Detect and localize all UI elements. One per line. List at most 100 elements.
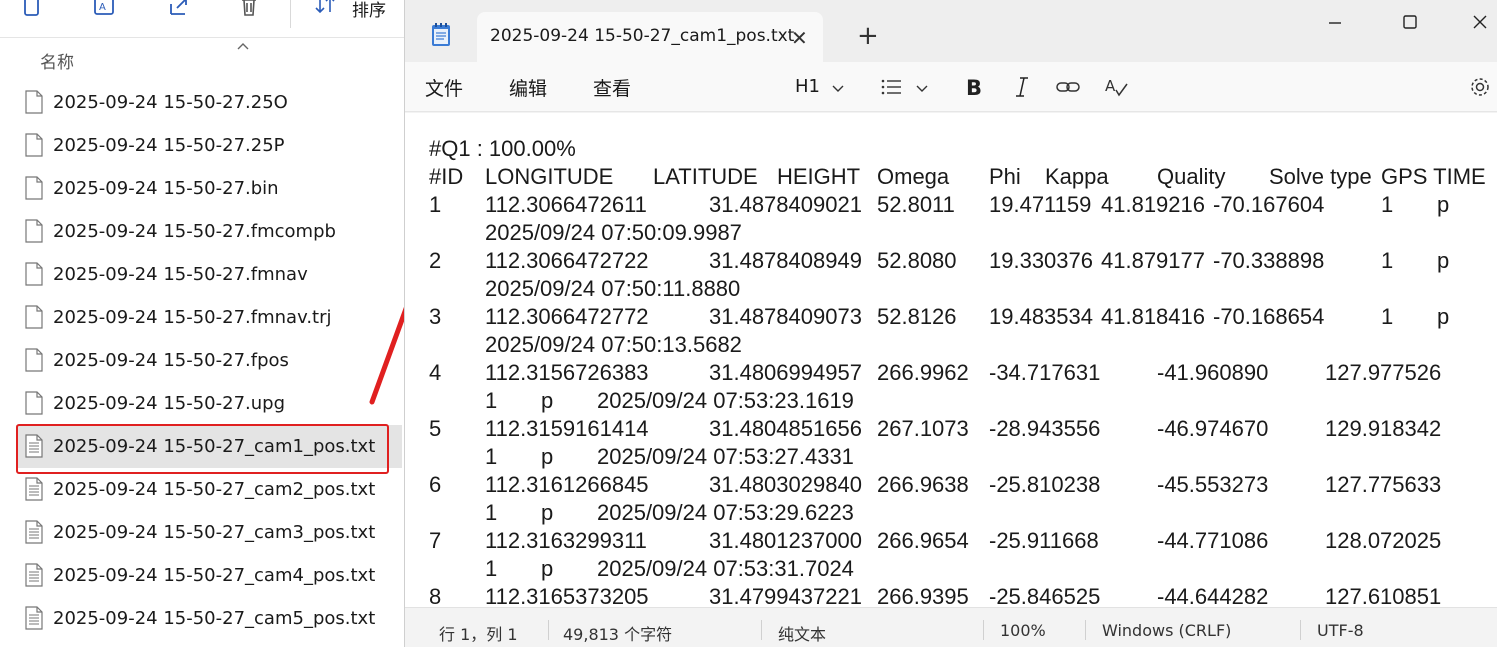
sort-button[interactable]: 排序 bbox=[352, 0, 386, 21]
file-list-item[interactable]: 2025-09-24 15-50-27.fmnav.trj bbox=[16, 296, 402, 339]
text-token: -25.911668 bbox=[989, 528, 1099, 553]
file-list-item[interactable]: 2025-09-24 15-50-27.upg bbox=[16, 382, 402, 425]
text-token: #Q1 : 100.00% bbox=[429, 136, 576, 161]
bold-icon[interactable]: B bbox=[961, 74, 987, 100]
file-list-item[interactable]: 2025-09-24 15-50-27.fpos bbox=[16, 339, 402, 382]
text-token: -25.810238 bbox=[989, 472, 1101, 497]
heading-select[interactable]: H1 bbox=[795, 76, 820, 97]
text-token: 2025/09/24 07:53:23.1619 bbox=[597, 388, 854, 413]
status-zoom[interactable]: 100% bbox=[1000, 621, 1046, 640]
text-file-icon bbox=[24, 434, 44, 458]
svg-text:B: B bbox=[966, 76, 982, 100]
text-token: -46.974670 bbox=[1157, 416, 1269, 441]
text-token: -45.553273 bbox=[1157, 472, 1269, 497]
file-list-item[interactable]: 2025-09-24 15-50-27_cam1_pos.txt bbox=[16, 425, 402, 468]
minimize-icon[interactable] bbox=[1320, 10, 1350, 36]
blank-file-icon bbox=[24, 90, 44, 114]
file-list-item[interactable]: 2025-09-24 15-50-27.fmcompb bbox=[16, 210, 402, 253]
tab-close-icon[interactable]: ✕ bbox=[791, 26, 808, 50]
italic-icon[interactable] bbox=[1009, 74, 1035, 100]
delete-icon[interactable] bbox=[236, 0, 262, 20]
file-list-item[interactable]: 2025-09-24 15-50-27.fmnav bbox=[16, 253, 402, 296]
text-token: 2025/09/24 07:53:27.4331 bbox=[597, 444, 854, 469]
text-token: 1 bbox=[1381, 192, 1394, 217]
text-line: 1 p 2025/09/24 07:53:31.7024 bbox=[405, 556, 1497, 584]
text-token: 112.3066472611 bbox=[485, 192, 647, 217]
text-line: 1 p 2025/09/24 07:53:29.6223 bbox=[405, 500, 1497, 528]
text-token: Solve type bbox=[1269, 164, 1372, 189]
sort-icon[interactable] bbox=[312, 0, 338, 20]
menu-edit[interactable]: 编辑 bbox=[509, 74, 547, 101]
document-tab[interactable]: 2025-09-24 15-50-27_cam1_pos.txt ✕ bbox=[477, 12, 823, 62]
blank-file-icon bbox=[24, 348, 44, 372]
maximize-icon[interactable] bbox=[1395, 10, 1425, 36]
text-line: 1 p 2025/09/24 07:53:27.4331 bbox=[405, 444, 1497, 472]
file-list-item[interactable]: 2025-09-24 15-50-27.25P bbox=[16, 124, 402, 167]
text-line: 1 p 2025/09/24 07:53:23.1619 bbox=[405, 388, 1497, 416]
text-token: 52.8011 bbox=[877, 192, 955, 217]
text-token: 19.483534 bbox=[989, 304, 1093, 329]
blank-file-icon bbox=[24, 133, 44, 157]
share-icon[interactable] bbox=[166, 0, 192, 20]
text-editor[interactable]: #Q1 : 100.00% #ID LONGITUDE LATITUDE HEIGHT O… bbox=[405, 113, 1497, 607]
text-token: 2025/09/24 07:50:13.5682 bbox=[485, 332, 742, 357]
text-token: -44.771086 bbox=[1157, 528, 1269, 553]
text-token: 52.8126 bbox=[877, 304, 957, 329]
file-list-item[interactable]: 2025-09-24 15-50-27_cam2_pos.txt bbox=[16, 468, 402, 511]
text-token: 127.977526 bbox=[1325, 360, 1442, 385]
text-token: #ID bbox=[429, 164, 464, 189]
text-token: 4 bbox=[429, 360, 442, 385]
settings-gear-icon[interactable] bbox=[1467, 74, 1493, 100]
spell-check-icon[interactable]: A bbox=[1103, 74, 1129, 100]
rename-icon[interactable]: A bbox=[92, 0, 118, 20]
heading-chevron-down-icon[interactable] bbox=[831, 76, 845, 102]
text-token: 31.4878408949 bbox=[709, 248, 862, 273]
list-icon[interactable] bbox=[879, 74, 905, 100]
file-list-item[interactable]: 2025-09-24 15-50-27_cam5_pos.txt bbox=[16, 597, 402, 640]
text-token: -41.960890 bbox=[1157, 360, 1269, 385]
text-line: 2 112.3066472722 31.4878408949 52.8080 19.33… bbox=[405, 248, 1497, 276]
text-line: 7 112.3163299311 31.4801237000 266.9654 -25.… bbox=[405, 528, 1497, 556]
text-token: -28.943556 bbox=[989, 416, 1101, 441]
text-token: 1 bbox=[485, 388, 498, 413]
text-file-icon bbox=[24, 563, 44, 587]
column-header-name[interactable]: 名称 bbox=[40, 48, 74, 73]
file-name: 2025-09-24 15-50-27_cam3_pos.txt bbox=[53, 522, 376, 543]
text-token: 266.9638 bbox=[877, 472, 969, 497]
text-token: 2 bbox=[429, 248, 442, 273]
new-tab-button[interactable]: + bbox=[857, 23, 879, 49]
status-bar: 行 1，列 1 49,813 个字符 纯文本 100% Windows (CRL… bbox=[405, 607, 1497, 647]
text-token: p bbox=[1437, 192, 1450, 217]
text-token: p bbox=[1437, 248, 1450, 273]
text-token: 52.8080 bbox=[877, 248, 957, 273]
file-list-item[interactable]: 2025-09-24 15-50-27_cam3_pos.txt bbox=[16, 511, 402, 554]
status-char-count: 49,813 个字符 bbox=[563, 625, 673, 644]
text-token: 41.818416 bbox=[1101, 304, 1205, 329]
text-file-icon bbox=[24, 606, 44, 630]
text-token: Kappa bbox=[1045, 164, 1109, 189]
text-line: #Q1 : 100.00% bbox=[405, 136, 1497, 164]
text-token: -70.338898 bbox=[1213, 248, 1325, 273]
link-icon[interactable] bbox=[1055, 74, 1081, 100]
text-file-icon bbox=[24, 520, 44, 544]
text-token: 267.1073 bbox=[877, 416, 969, 441]
text-token: 7 bbox=[429, 528, 442, 553]
text-token: 1 bbox=[429, 192, 442, 217]
file-list-item[interactable]: 2025-09-24 15-50-27_cam4_pos.txt bbox=[16, 554, 402, 597]
list-chevron-down-icon[interactable] bbox=[915, 76, 929, 102]
menu-view[interactable]: 查看 bbox=[593, 74, 631, 101]
file-list-item[interactable]: 2025-09-24 15-50-27.bin bbox=[16, 167, 402, 210]
menu-file[interactable]: 文件 bbox=[425, 74, 463, 101]
file-list-item[interactable]: 2025-09-24 15-50-27.25O bbox=[16, 81, 402, 124]
text-line: 8 112.3165373205 31.4799437221 266.9395 -25.… bbox=[405, 584, 1497, 607]
file-name: 2025-09-24 15-50-27_cam5_pos.txt bbox=[53, 608, 376, 629]
menu-bar: 文件 编辑 查看 H1 B A bbox=[405, 62, 1497, 112]
notepad-app-icon bbox=[429, 22, 453, 48]
close-window-icon[interactable] bbox=[1465, 10, 1495, 36]
text-token: 1 bbox=[485, 444, 498, 469]
copy-icon[interactable] bbox=[20, 0, 46, 20]
status-cursor-position[interactable]: 行 1，列 1 bbox=[439, 621, 518, 645]
notepad-window: 2025-09-24 15-50-27_cam1_pos.txt ✕ + 文件 … bbox=[404, 0, 1497, 647]
text-token: 1 bbox=[485, 500, 498, 525]
text-token: p bbox=[1437, 304, 1450, 329]
